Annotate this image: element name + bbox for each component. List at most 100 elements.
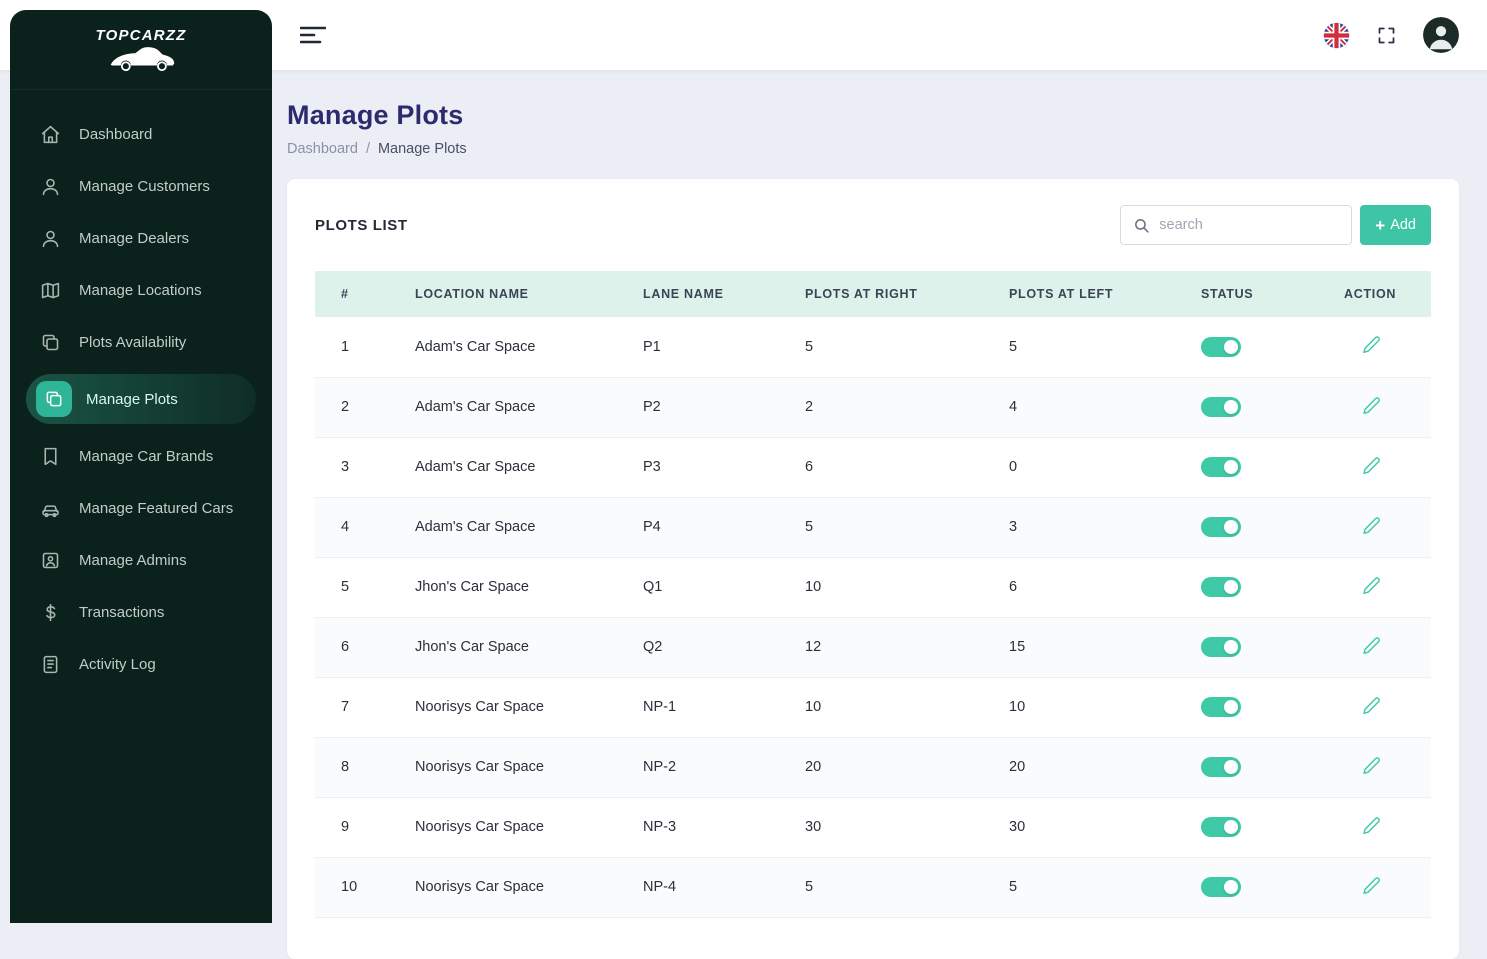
row-number: 6 [315,617,403,677]
plots-at-right-cell: 2 [793,377,997,437]
plots-at-left-cell: 5 [997,857,1189,917]
sidebar-item-manage-locations[interactable]: Manage Locations [10,264,272,316]
menu-toggle-button[interactable] [296,21,330,49]
lane-name-cell: NP-1 [631,677,793,737]
edit-button[interactable] [1362,335,1381,354]
table-row: 3Adam's Car SpaceP360 [315,437,1431,497]
edit-button[interactable] [1362,576,1381,595]
breadcrumb: Dashboard / Manage Plots [287,141,1459,157]
sidebar-item-manage-admins[interactable]: Manage Admins [10,534,272,586]
sidebar-item-manage-plots[interactable]: Manage Plots [26,374,256,424]
lane-name-cell: P3 [631,437,793,497]
column-header-action: ACTION [1332,271,1431,317]
row-number: 3 [315,437,403,497]
lane-name-cell: NP-2 [631,737,793,797]
plots-at-right-cell: 5 [793,317,997,377]
brand-logo[interactable]: TOPCARZZ [10,10,272,90]
status-cell [1189,437,1332,497]
column-header-status: STATUS [1189,271,1332,317]
plots-at-right-cell: 10 [793,677,997,737]
action-cell [1332,437,1431,497]
lane-name-cell: Q2 [631,617,793,677]
sidebar-item-manage-car-brands[interactable]: Manage Car Brands [10,430,272,482]
status-cell [1189,557,1332,617]
sidebar-item-manage-dealers[interactable]: Manage Dealers [10,212,272,264]
dollar-icon [40,602,61,623]
sidebar-item-manage-featured-cars[interactable]: Manage Featured Cars [10,482,272,534]
row-number: 7 [315,677,403,737]
table-row: 9Noorisys Car SpaceNP-33030 [315,797,1431,857]
table-row: 2Adam's Car SpaceP224 [315,377,1431,437]
status-toggle[interactable] [1201,817,1241,837]
row-number: 8 [315,737,403,797]
edit-button[interactable] [1362,396,1381,415]
edit-button[interactable] [1362,876,1381,895]
action-cell [1332,677,1431,737]
location-name-cell: Adam's Car Space [403,377,631,437]
topbar-actions [1323,17,1459,53]
bookmark-icon [40,446,61,467]
plots-at-left-cell: 10 [997,677,1189,737]
status-cell [1189,317,1332,377]
action-cell [1332,857,1431,917]
location-name-cell: Noorisys Car Space [403,677,631,737]
user-avatar[interactable] [1423,17,1459,53]
plots-at-left-cell: 4 [997,377,1189,437]
status-toggle[interactable] [1201,577,1241,597]
copy-icon [36,381,72,417]
map-icon [40,280,61,301]
plots-at-left-cell: 30 [997,797,1189,857]
row-number: 2 [315,377,403,437]
status-toggle[interactable] [1201,757,1241,777]
home-icon [40,124,61,145]
location-name-cell: Adam's Car Space [403,437,631,497]
table-row: 5Jhon's Car SpaceQ1106 [315,557,1431,617]
plots-at-right-cell: 6 [793,437,997,497]
edit-button[interactable] [1362,516,1381,535]
status-toggle[interactable] [1201,877,1241,897]
table-row: 7Noorisys Car SpaceNP-11010 [315,677,1431,737]
status-toggle[interactable] [1201,697,1241,717]
edit-button[interactable] [1362,816,1381,835]
row-number: 10 [315,857,403,917]
status-toggle[interactable] [1201,397,1241,417]
user-icon [40,176,61,197]
sidebar-item-manage-customers[interactable]: Manage Customers [10,160,272,212]
toggle-knob [1224,580,1238,594]
plots-table: #LOCATION NAMELANE NAMEPLOTS AT RIGHTPLO… [315,271,1431,918]
add-button[interactable]: + Add [1360,205,1431,245]
copy-icon [40,332,61,353]
row-number: 5 [315,557,403,617]
status-toggle[interactable] [1201,457,1241,477]
status-toggle[interactable] [1201,637,1241,657]
car-icon [40,498,61,519]
sidebar-item-transactions[interactable]: Transactions [10,586,272,638]
status-cell [1189,737,1332,797]
breadcrumb-dashboard-link[interactable]: Dashboard [287,141,358,157]
lane-name-cell: Q1 [631,557,793,617]
car-logo-icon [102,46,180,72]
edit-button[interactable] [1362,636,1381,655]
sidebar-item-activity-log[interactable]: Activity Log [10,638,272,690]
sidebar-item-label: Manage Admins [79,552,187,569]
toggle-knob [1224,340,1238,354]
sidebar-item-dashboard[interactable]: Dashboard [10,108,272,160]
lane-name-cell: NP-4 [631,857,793,917]
plots-at-left-cell: 3 [997,497,1189,557]
row-number: 9 [315,797,403,857]
edit-button[interactable] [1362,756,1381,775]
action-cell [1332,737,1431,797]
search-input[interactable] [1159,217,1339,233]
sidebar-item-plots-availability[interactable]: Plots Availability [10,316,272,368]
edit-button[interactable] [1362,456,1381,475]
action-cell [1332,797,1431,857]
language-flag-icon[interactable] [1323,22,1350,49]
status-toggle[interactable] [1201,517,1241,537]
status-toggle[interactable] [1201,337,1241,357]
toggle-knob [1224,460,1238,474]
edit-button[interactable] [1362,696,1381,715]
plots-at-right-cell: 5 [793,497,997,557]
status-cell [1189,377,1332,437]
fullscreen-icon[interactable] [1376,25,1397,46]
row-number: 1 [315,317,403,377]
